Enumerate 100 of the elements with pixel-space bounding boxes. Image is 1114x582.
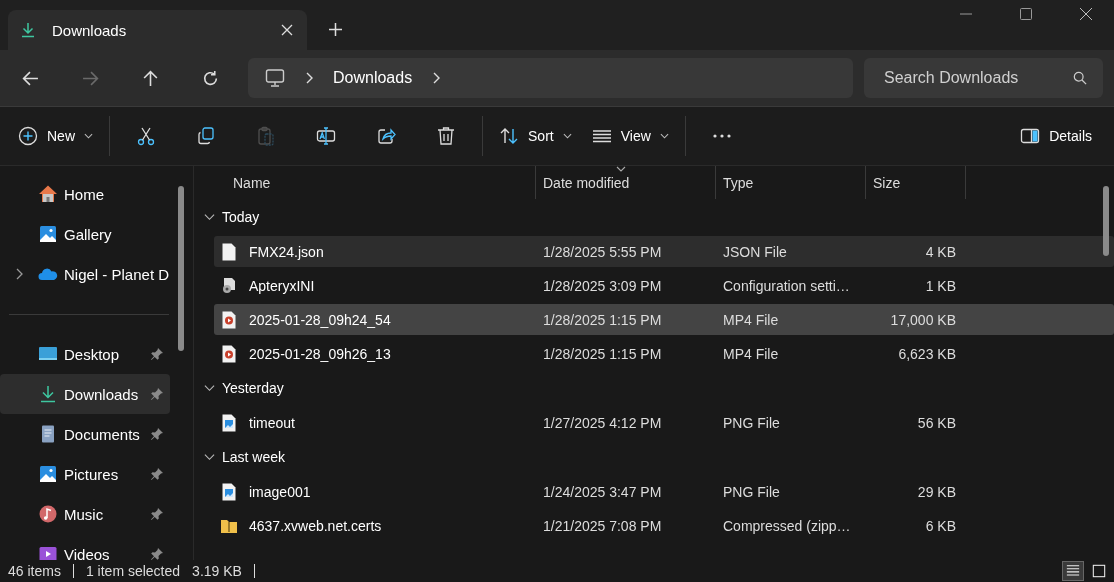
file-name: timeout: [249, 414, 295, 431]
video-file-icon: [221, 310, 237, 329]
date-cell-text: 1/28/2025 5:55 PM: [542, 243, 663, 260]
group-header[interactable]: Last week: [194, 441, 1114, 473]
size-cell-text: 1 KB: [924, 277, 957, 294]
pin-icon[interactable]: [150, 467, 164, 481]
sidebar-item[interactable]: Desktop: [0, 334, 170, 374]
rename-icon: [316, 126, 336, 146]
search-icon: [1073, 71, 1087, 85]
date-cell-text: 1/28/2025 1:15 PM: [542, 345, 663, 362]
sidebar-item[interactable]: Downloads: [0, 374, 170, 414]
column-header[interactable]: Name: [214, 166, 536, 199]
date-cell-text: 1/24/2025 3:47 PM: [542, 483, 663, 500]
selection-size: 3.19 KB: [192, 563, 242, 579]
file-row[interactable]: 2025-01-28_09h24_54 1/28/2025 1:15 PM MP4 File 17,000 KB: [214, 304, 1114, 335]
sidebar-item[interactable]: Documents: [0, 414, 170, 454]
details-view-button[interactable]: [1062, 561, 1084, 581]
monitor-icon: [265, 68, 285, 88]
pin-icon[interactable]: [150, 427, 164, 441]
type-cell-text: MP4 File: [722, 345, 780, 362]
chevron-icon: [204, 453, 215, 461]
address-bar[interactable]: Downloads: [248, 58, 853, 98]
selection-count: 1 item selected: [85, 563, 181, 579]
file-row[interactable]: ApteryxINI 1/28/2025 3:09 PM Configuration setti… 1 KB: [214, 270, 1114, 301]
chevron-icon: [204, 213, 215, 221]
size-cell-text: 56 KB: [916, 414, 957, 431]
size-cell-text: 29 KB: [916, 483, 957, 500]
view-button[interactable]: View: [581, 116, 679, 156]
file-row[interactable]: 2025-01-28_09h26_13 1/28/2025 1:15 PM MP4 File 6,623 KB: [214, 338, 1114, 369]
back-arrow-icon[interactable]: [22, 69, 39, 87]
group-header[interactable]: Yesterday: [194, 372, 1114, 404]
caret-icon: [659, 133, 669, 139]
sidebar-item[interactable]: Music: [0, 494, 170, 534]
maximize-icon[interactable]: [1020, 8, 1032, 20]
type-cell-text: PNG File: [722, 483, 781, 500]
file-row[interactable]: 4637.xvweb.net.certs 1/21/2025 7:08 PM Compressed (zipp… 6 KB: [214, 510, 1114, 541]
sidebar-item[interactable]: Gallery: [0, 214, 170, 254]
copy-icon: [196, 126, 216, 146]
scrollbar-thumb[interactable]: [1103, 186, 1109, 256]
file-name: 4637.xvweb.net.certs: [249, 517, 382, 534]
pin-icon[interactable]: [150, 347, 164, 361]
item-count: 46 items: [8, 563, 61, 579]
file-row[interactable]: timeout 1/27/2025 4:12 PM PNG File 56 KB: [214, 407, 1114, 438]
new-button[interactable]: New: [8, 116, 103, 156]
file-name: FMX24.json: [249, 243, 324, 260]
share-icon: [376, 126, 396, 146]
type-cell-text: Configuration setti…: [722, 277, 851, 294]
house-icon: [38, 184, 58, 204]
new-tab-icon[interactable]: [329, 23, 342, 36]
sort-arrows-icon: [499, 126, 519, 146]
scissors-icon: [136, 126, 156, 146]
column-header[interactable]: Size: [866, 166, 966, 199]
refresh-icon[interactable]: [202, 69, 219, 87]
download-icon: [38, 384, 58, 404]
sidebar-item[interactable]: Nigel - Planet D: [0, 254, 170, 294]
date-cell-text: 1/21/2025 7:08 PM: [542, 517, 663, 534]
pin-icon[interactable]: [150, 507, 164, 521]
square-icon: [1092, 564, 1106, 578]
sidebar-item[interactable]: Home: [0, 174, 170, 214]
music-icon: [38, 504, 58, 524]
date-cell-text: 1/27/2025 4:12 PM: [542, 414, 663, 431]
caret-icon: [84, 133, 93, 139]
file-name: ApteryxINI: [249, 277, 315, 294]
sidebar-item[interactable]: Pictures: [0, 454, 170, 494]
breadcrumb-item[interactable]: Downloads: [333, 69, 413, 87]
scrollbar-thumb[interactable]: [178, 186, 184, 351]
pin-icon[interactable]: [150, 387, 164, 401]
close-icon[interactable]: [281, 24, 293, 36]
details-button[interactable]: Details: [1010, 116, 1102, 156]
chevron-icon[interactable]: [15, 268, 23, 280]
type-cell-text: JSON File: [722, 243, 788, 260]
trash-icon: [436, 126, 456, 146]
image-icon: [38, 464, 58, 484]
up-arrow-icon[interactable]: [142, 69, 159, 87]
file-row[interactable]: image001 1/24/2025 3:47 PM PNG File 29 KB: [214, 476, 1114, 507]
image-file-icon: [221, 413, 237, 432]
search-field[interactable]: Search Downloads: [864, 58, 1103, 98]
type-cell-text: MP4 File: [722, 311, 780, 328]
type-cell-text: Compressed (zipp…: [722, 517, 852, 534]
sort-button[interactable]: Sort: [489, 116, 582, 156]
caret-icon: [562, 133, 572, 139]
size-cell-text: 6 KB: [924, 517, 957, 534]
type-cell-text: PNG File: [722, 414, 781, 431]
file-name: image001: [249, 483, 311, 500]
tab[interactable]: Downloads: [8, 10, 307, 50]
column-header[interactable]: Date modified: [536, 166, 716, 199]
gear-icon: [221, 276, 237, 295]
list-icon: [1066, 564, 1080, 578]
file-row[interactable]: FMX24.json 1/28/2025 5:55 PM JSON File 4 KB: [214, 236, 1114, 267]
search-input[interactable]: Search Downloads: [882, 68, 1073, 88]
column-header[interactable]: Type: [716, 166, 866, 199]
sidebar-item[interactable]: Videos: [0, 534, 170, 560]
date-cell-text: 1/28/2025 1:15 PM: [542, 311, 663, 328]
close-icon[interactable]: [1080, 8, 1092, 20]
group-header[interactable]: Today: [194, 201, 1114, 233]
sort-caret-icon: [616, 166, 626, 172]
download-icon: [20, 21, 36, 39]
panel-icon: [1020, 126, 1041, 146]
video-icon: [38, 544, 58, 560]
pin-icon[interactable]: [150, 547, 164, 560]
